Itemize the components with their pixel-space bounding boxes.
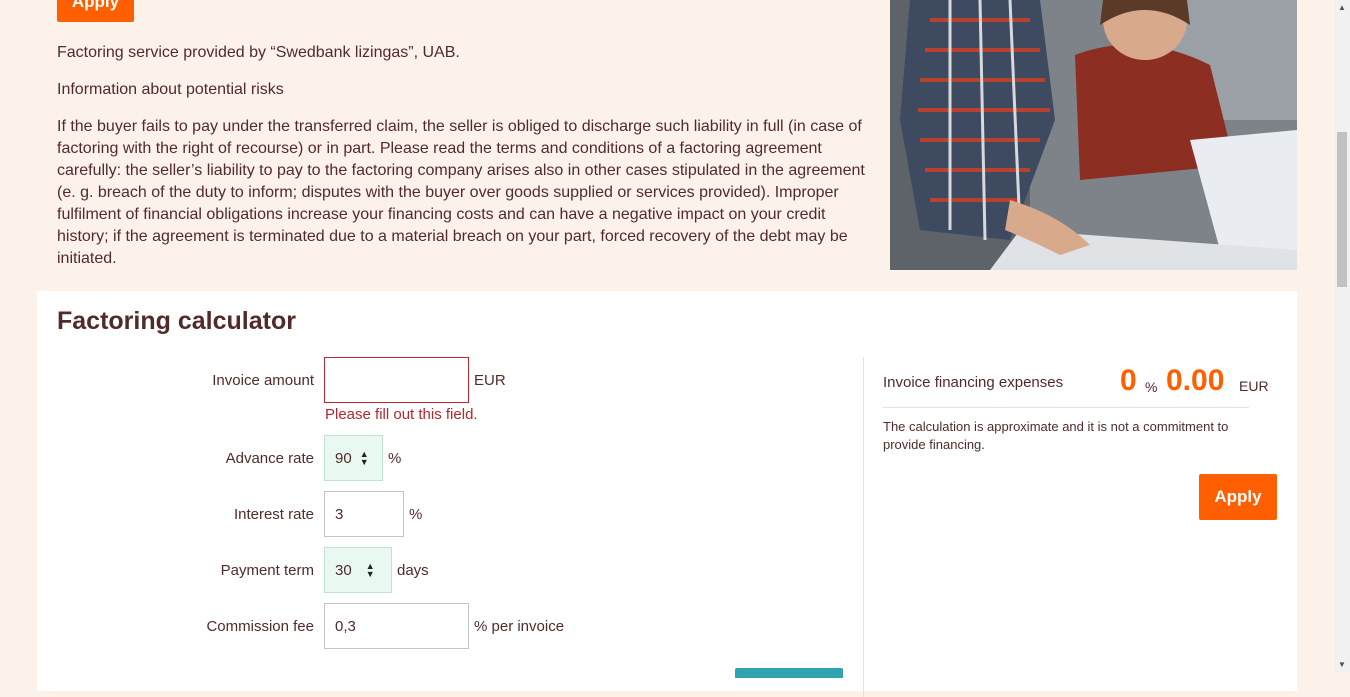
expenses-amount-unit: EUR xyxy=(1239,378,1269,394)
expenses-percent-unit: % xyxy=(1145,379,1158,395)
commission-fee-unit: % per invoice xyxy=(474,618,565,635)
advance-rate-value: 90 xyxy=(335,449,352,467)
payment-term-label: Payment term xyxy=(220,562,314,579)
calculator-title: Factoring calculator xyxy=(57,307,296,335)
provider-text: Factoring service provided by “Swedbank … xyxy=(57,44,460,61)
payment-term-select[interactable]: 30 ▲ ▼ xyxy=(324,547,392,593)
payment-term-unit: days xyxy=(397,562,429,579)
column-divider xyxy=(863,357,864,697)
risks-title: Information about potential risks xyxy=(57,81,284,98)
calculation-note: The calculation is approximate and it is… xyxy=(883,419,1229,452)
people-laptop-photo xyxy=(890,0,1297,270)
commission-fee-label: Commission fee xyxy=(206,618,314,635)
interest-rate-label: Interest rate xyxy=(233,506,314,523)
calculate-button[interactable] xyxy=(735,668,843,678)
select-arrows-icon: ▲ ▼ xyxy=(359,449,369,467)
info-section: Factoring service provided by “Swedbank … xyxy=(57,42,872,285)
expenses-amount: 0.00 xyxy=(1166,364,1225,397)
invoice-amount-unit: EUR xyxy=(474,372,506,389)
invoice-amount-error: Please fill out this field. xyxy=(325,406,478,423)
apply-button[interactable]: Apply xyxy=(1199,474,1277,520)
commission-fee-input[interactable]: 0,3 xyxy=(324,603,469,649)
scroll-down-icon[interactable]: ▼ xyxy=(1338,660,1346,669)
financing-expenses-label: Invoice financing expenses xyxy=(883,374,1064,391)
result-separator xyxy=(883,407,1249,408)
interest-rate-input[interactable]: 3 xyxy=(324,491,404,537)
payment-term-value: 30 xyxy=(335,561,352,579)
invoice-amount-label: Invoice amount xyxy=(212,372,314,389)
apply-button-top[interactable]: Apply xyxy=(57,0,134,22)
expenses-percent: 0 xyxy=(1120,364,1137,397)
invoice-amount-input[interactable] xyxy=(324,357,469,403)
scroll-up-icon[interactable]: ▲ xyxy=(1338,3,1346,12)
select-arrows-icon: ▲ ▼ xyxy=(365,561,375,579)
risks-text: If the buyer fails to pay under the tran… xyxy=(57,118,865,267)
advance-rate-unit: % xyxy=(388,450,402,467)
advance-rate-select[interactable]: 90 ▲ ▼ xyxy=(324,435,383,481)
scrollbar-thumb[interactable] xyxy=(1337,132,1347,287)
interest-rate-unit: % xyxy=(409,506,423,523)
advance-rate-label: Advance rate xyxy=(225,450,314,467)
factoring-calculator: Factoring calculator Invoice amount EUR … xyxy=(37,291,1297,697)
page-scrollbar[interactable]: ▲ ▼ xyxy=(1334,0,1350,672)
